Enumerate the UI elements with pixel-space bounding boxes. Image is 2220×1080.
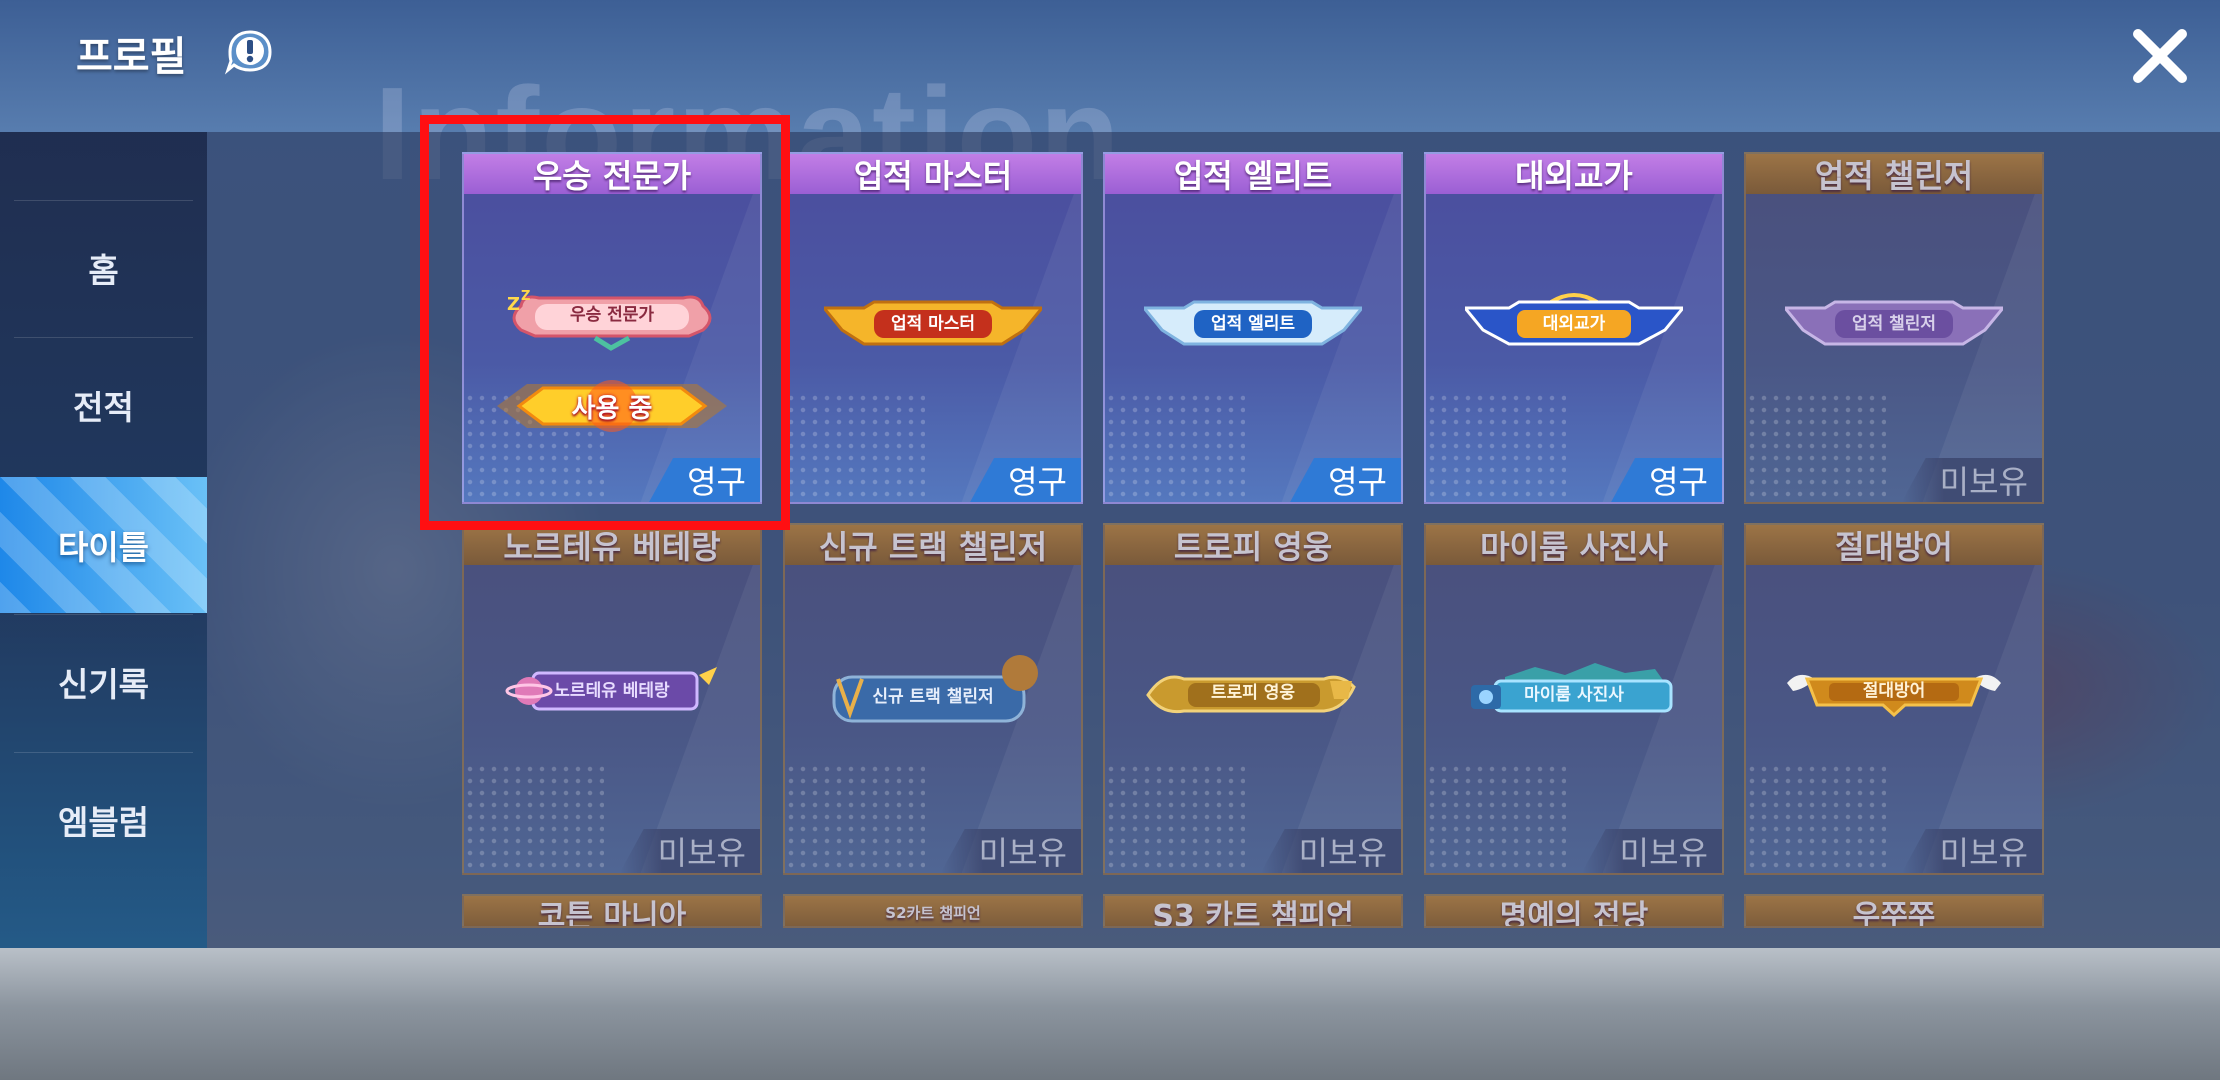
card-dots <box>1105 392 1245 502</box>
divider <box>14 337 193 338</box>
title-card-woojjujju[interactable]: 우쭈쭈 <box>1744 894 2044 928</box>
card-title: 신규 트랙 챌린저 <box>785 525 1081 566</box>
title-badge: 대외교가 <box>1461 290 1687 346</box>
card-dots <box>785 392 925 502</box>
sidebar-item-title[interactable]: 타이틀 <box>0 477 207 613</box>
badge-label: 마이룸 사진사 <box>1524 685 1624 705</box>
card-title: S2카트 챔피언 <box>785 896 1081 926</box>
card-title: 업적 마스터 <box>785 154 1081 195</box>
report-icon[interactable] <box>224 28 276 76</box>
sidebar-item-home[interactable]: 홈 <box>0 200 207 336</box>
card-dots <box>785 763 925 873</box>
divider <box>14 614 193 615</box>
card-title: 명예의 전당 <box>1426 896 1722 926</box>
sidebar: 홈 전적 타이틀 신기록 엠블럼 <box>0 132 207 948</box>
title-card-new-track-challenger[interactable]: 신규 트랙 챌린저 신규 트랙 챌린저 미보유 <box>783 523 1083 875</box>
sidebar-item-label: 신기록 <box>57 665 150 704</box>
title-badge: 업적 챌린저 <box>1781 300 2007 352</box>
status-tag: 미보유 <box>940 829 1081 873</box>
title-card-cotton-mania[interactable]: 코튼 마니아 <box>462 894 762 928</box>
sidebar-item-label: 홈 <box>88 251 119 290</box>
title-card-diplomat[interactable]: 대외교가 대외교가 영구 <box>1424 152 1724 504</box>
badge-label: 노르테유 베테랑 <box>554 681 670 701</box>
card-title: 마이룸 사진사 <box>1426 525 1722 566</box>
card-dots <box>1426 392 1566 502</box>
card-title: 코튼 마니아 <box>464 896 760 926</box>
divider <box>14 752 193 753</box>
sidebar-item-label: 타이틀 <box>57 528 150 567</box>
card-title: 절대방어 <box>1746 525 2042 566</box>
title-card-s3-kart-champion[interactable]: S3 카트 챔피언 <box>1103 894 1403 928</box>
status-tag: 미보유 <box>619 829 760 873</box>
title-card-nortey-veteran[interactable]: 노르테유 베테랑 노르테유 베테랑 미보유 <box>462 523 762 875</box>
status-tag: 미보유 <box>1581 829 1722 873</box>
card-dots <box>464 763 604 873</box>
title-badge: 마이룸 사진사 <box>1465 657 1683 713</box>
card-dots <box>1426 763 1566 873</box>
title-badge: 신규 트랙 챌린저 <box>824 653 1042 723</box>
badge-label: 신규 트랙 챌린저 <box>872 687 994 707</box>
card-title: S3 카트 챔피언 <box>1105 896 1401 926</box>
title-badge: 트로피 영웅 <box>1144 665 1362 717</box>
card-title: 업적 챌린저 <box>1746 154 2042 195</box>
title-card-s2-kart-champion[interactable]: S2카트 챔피언 <box>783 894 1083 928</box>
badge-label: 절대방어 <box>1862 681 1926 701</box>
card-title: 트로피 영웅 <box>1105 525 1401 566</box>
sidebar-item-label: 전적 <box>73 388 134 427</box>
top-bar: 프로필 Information <box>0 0 2220 207</box>
badge-label: 업적 엘리트 <box>1210 314 1296 334</box>
title-card-achievement-elite[interactable]: 업적 엘리트 업적 엘리트 영구 <box>1103 152 1403 504</box>
card-dots <box>1746 392 1886 502</box>
card-title: 대외교가 <box>1426 154 1722 195</box>
badge-label: 트로피 영웅 <box>1210 683 1296 703</box>
background-ground <box>0 948 2220 1080</box>
title-badge: 노르테유 베테랑 <box>503 661 721 713</box>
card-title: 업적 엘리트 <box>1105 154 1401 195</box>
title-card-absolute-defense[interactable]: 절대방어 절대방어 미보유 <box>1744 523 2044 875</box>
card-dots <box>1746 763 1886 873</box>
status-tag: 미보유 <box>1901 458 2042 502</box>
status-tag: 미보유 <box>1901 829 2042 873</box>
title-card-trophy-hero[interactable]: 트로피 영웅 트로피 영웅 미보유 <box>1103 523 1403 875</box>
badge-label: 대외교가 <box>1542 314 1606 334</box>
selection-highlight <box>420 115 790 530</box>
card-title: 노르테유 베테랑 <box>464 525 760 566</box>
title-badge: 업적 엘리트 <box>1140 300 1366 352</box>
sidebar-item-label: 엠블럼 <box>57 803 150 842</box>
status-tag: 미보유 <box>1260 829 1401 873</box>
card-title: 우쭈쭈 <box>1746 896 2042 926</box>
badge-label: 업적 마스터 <box>890 314 976 334</box>
title-card-hall-of-fame[interactable]: 명예의 전당 <box>1424 894 1724 928</box>
sidebar-item-record[interactable]: 전적 <box>0 337 207 473</box>
divider <box>14 200 193 201</box>
badge-label: 업적 챌린저 <box>1851 314 1937 334</box>
sidebar-item-emblem[interactable]: 엠블럼 <box>0 752 207 888</box>
title-badge: 절대방어 <box>1785 661 2003 718</box>
page-title: 프로필 <box>76 34 187 80</box>
sidebar-item-new-record[interactable]: 신기록 <box>0 614 207 750</box>
title-card-achievement-challenger[interactable]: 업적 챌린저 업적 챌린저 미보유 <box>1744 152 2044 504</box>
title-card-achievement-master[interactable]: 업적 마스터 업적 마스터 영구 <box>783 152 1083 504</box>
card-dots <box>1105 763 1245 873</box>
title-badge: 업적 마스터 <box>820 300 1046 352</box>
close-icon[interactable] <box>2130 26 2190 86</box>
title-card-myroom-photographer[interactable]: 마이룸 사진사 마이룸 사진사 미보유 <box>1424 523 1724 875</box>
